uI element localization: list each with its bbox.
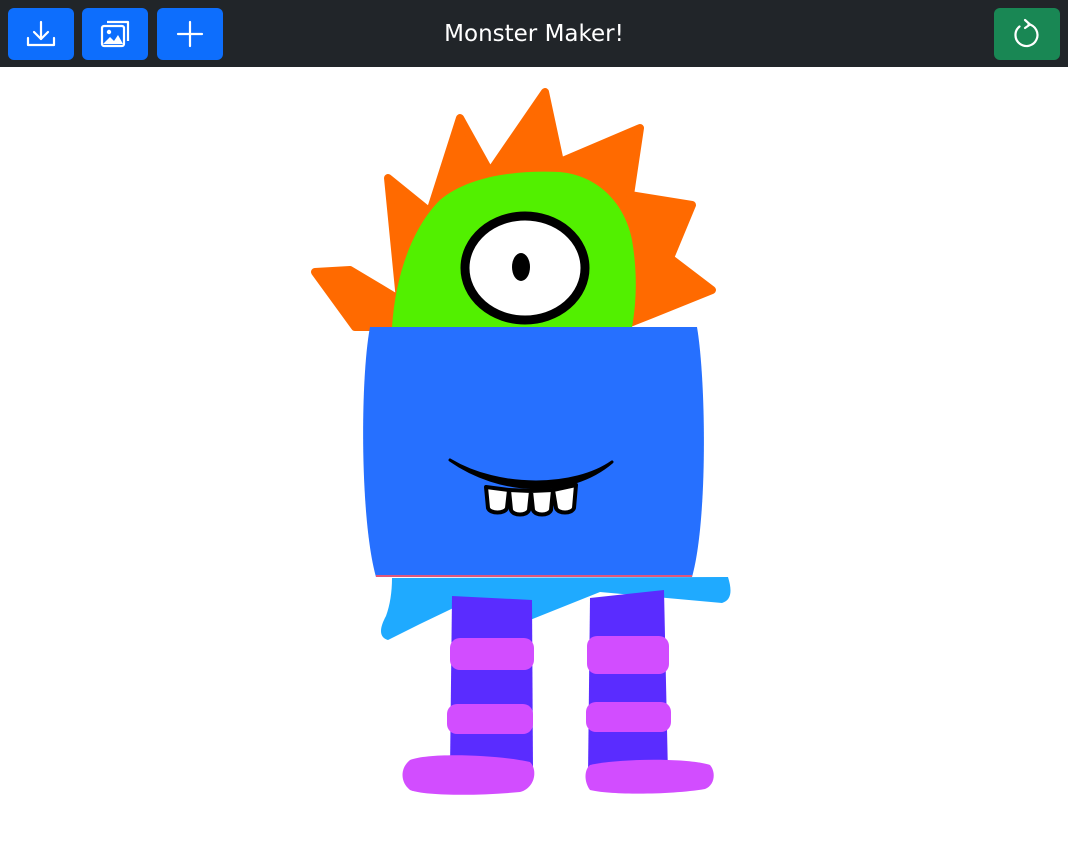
skirt[interactable] xyxy=(381,577,731,640)
monster-drawing xyxy=(311,88,731,795)
top-navbar: Monster Maker! xyxy=(0,0,1068,67)
striped-legs[interactable] xyxy=(447,590,671,775)
refresh-icon xyxy=(1011,18,1043,50)
purple-feet[interactable] xyxy=(402,755,714,795)
monster-canvas[interactable] xyxy=(0,67,1068,863)
single-eye[interactable] xyxy=(460,211,590,325)
reset-button[interactable] xyxy=(994,8,1060,60)
blue-body[interactable] xyxy=(363,327,704,577)
app-title: Monster Maker! xyxy=(444,21,624,47)
